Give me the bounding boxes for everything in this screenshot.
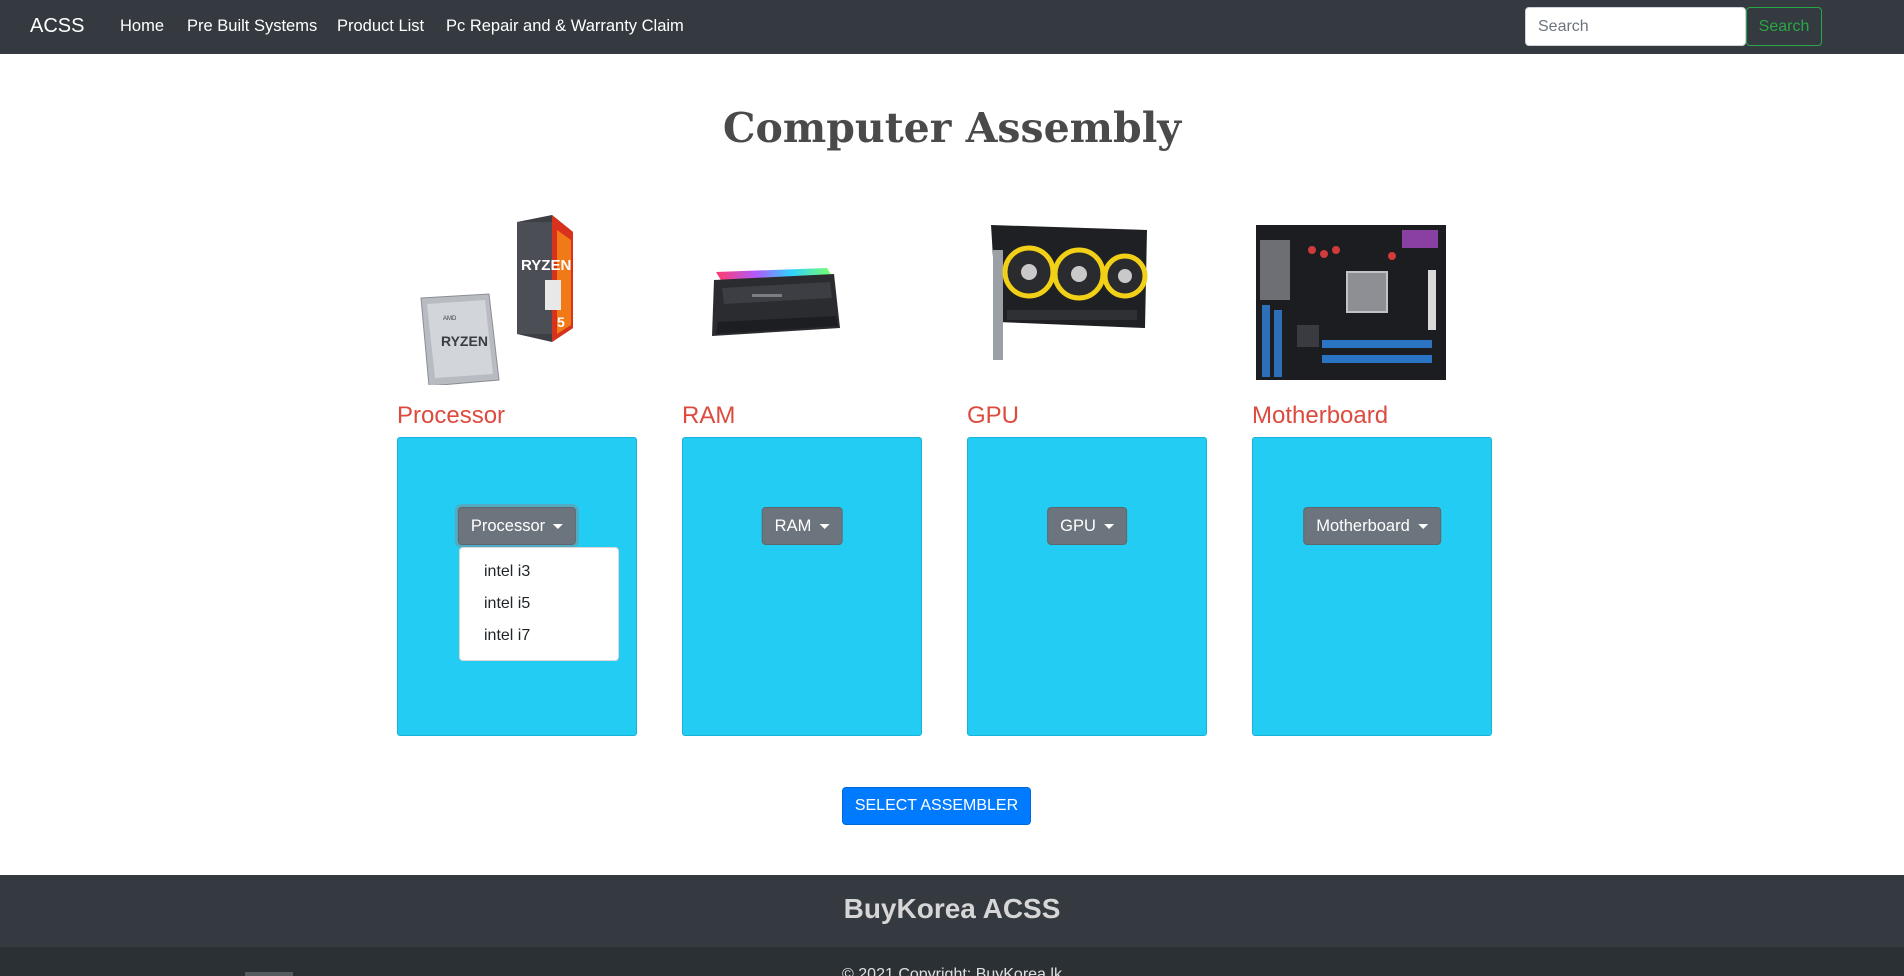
gpu-dropdown-toggle[interactable]: GPU — [1047, 507, 1127, 545]
top-navbar: ACSS Home Pre Built Systems Product List… — [0, 0, 1904, 54]
select-assembler-button[interactable]: SELECT ASSEMBLER — [842, 787, 1031, 825]
nav-link-pre-built-systems[interactable]: Pre Built Systems — [187, 16, 317, 36]
ram-label: RAM — [682, 402, 736, 429]
caret-down-icon — [1417, 523, 1428, 529]
dropdown-item-intel-i7[interactable]: intel i7 — [460, 620, 618, 652]
processor-image: RYZEN 5 RYZEN AMD — [420, 215, 573, 385]
motherboard-image — [1256, 225, 1446, 380]
processor-panel: Processor intel i3 intel i5 intel i7 — [397, 437, 637, 736]
copyright-text: © 2021 Copyright: BuyKorea.lk — [842, 966, 1062, 976]
brand-logo[interactable]: ACSS — [30, 14, 84, 38]
processor-dropdown-menu: intel i3 intel i5 intel i7 — [459, 547, 619, 661]
processor-dropdown-label: Processor — [470, 516, 546, 535]
search-input[interactable] — [1525, 7, 1746, 46]
svg-text:RYZEN: RYZEN — [441, 333, 488, 349]
svg-text:AMD: AMD — [443, 316, 457, 322]
dropdown-item-intel-i5[interactable]: intel i5 — [460, 588, 618, 620]
motherboard-label: Motherboard — [1252, 402, 1389, 429]
nav-link-product-list[interactable]: Product List — [337, 16, 424, 36]
processor-dropdown-toggle[interactable]: Processor — [457, 507, 577, 545]
gpu-dropdown-label: GPU — [1060, 516, 1096, 535]
page-title: Computer Assembly — [722, 104, 1182, 152]
ram-panel: RAM — [682, 437, 922, 736]
nav-link-pc-repair-warranty[interactable]: Pc Repair and & Warranty Claim — [446, 16, 684, 36]
gpu-panel: GPU — [967, 437, 1207, 736]
ram-image — [712, 268, 840, 336]
motherboard-dropdown-label: Motherboard — [1316, 516, 1410, 535]
gpu-image — [991, 225, 1148, 360]
gpu-label: GPU — [967, 402, 1020, 429]
svg-text:RYZEN: RYZEN — [521, 257, 571, 274]
caret-down-icon — [819, 523, 830, 529]
footer: BuyKorea ACSS © 2021 Copyright: BuyKorea… — [0, 875, 1904, 976]
svg-text:5: 5 — [557, 314, 565, 330]
motherboard-panel: Motherboard — [1252, 437, 1492, 736]
nav-link-home[interactable]: Home — [120, 16, 164, 36]
footer-title: BuyKorea ACSS — [843, 893, 1061, 924]
ram-dropdown-toggle[interactable]: RAM — [761, 507, 843, 545]
processor-label: Processor — [397, 402, 506, 429]
caret-down-icon — [553, 523, 564, 529]
dropdown-item-intel-i3[interactable]: intel i3 — [460, 556, 618, 588]
motherboard-dropdown-toggle[interactable]: Motherboard — [1303, 507, 1441, 545]
caret-down-icon — [1103, 523, 1114, 529]
ram-dropdown-label: RAM — [774, 516, 812, 535]
search-button[interactable]: Search — [1746, 7, 1822, 46]
